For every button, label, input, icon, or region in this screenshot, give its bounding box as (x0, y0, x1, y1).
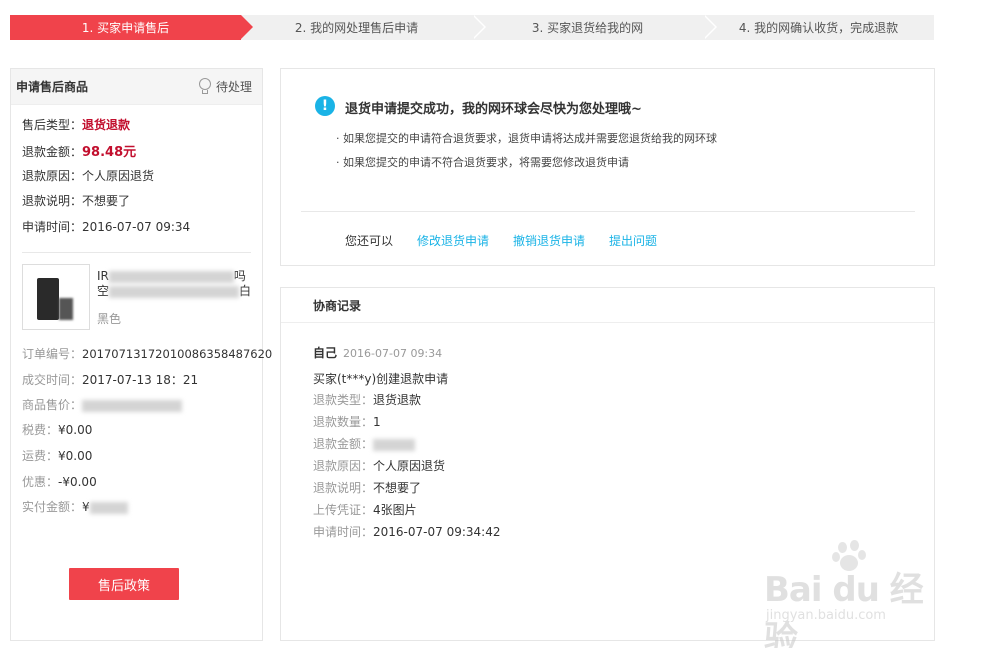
refund-note-value: 不想要了 (82, 194, 131, 208)
watermark-brand: Bai du 经验 (764, 570, 924, 648)
after-sale-type-value: 退货退款 (82, 118, 131, 132)
after-sale-product-panel: 申请售后商品 待处理 售后类型：退货退款 退款金额：98.48元 退款原因：个人… (10, 68, 272, 641)
notice-bullet-1: · 如果您提交的申请符合退货要求，退货申请将达成并需要您退货给我的网环球 (336, 132, 717, 145)
deal-time-row: 成交时间：2017-07-13 18：21 (22, 373, 199, 387)
after-sale-type-row: 售后类型：退货退款 (22, 118, 131, 132)
record-amount-redacted (373, 438, 416, 451)
record-proof-row: 上传凭证：4张图片 (313, 503, 417, 517)
record-note-row: 退款说明：不想要了 (313, 481, 422, 495)
notice-panel: ! 退货申请提交成功，我的网环球会尽快为您处理哦~ · 如果您提交的申请符合退货… (280, 68, 935, 266)
ask-question-link[interactable]: 提出问题 (609, 232, 657, 249)
cancel-return-link[interactable]: 撤销退货申请 (513, 232, 585, 249)
record-time-row: 申请时间：2016-07-07 09:34:42 (313, 525, 501, 539)
step-1-label: 1. 买家申请售后 (81, 21, 170, 35)
record-proof-link[interactable]: 4张图片 (373, 503, 417, 517)
info-icon: ! (315, 96, 335, 116)
notice-title: 退货申请提交成功，我的网环球会尽快为您处理哦~ (345, 102, 642, 117)
shipping-value: ¥0.00 (58, 449, 93, 463)
record-qty-row: 退款数量：1 (313, 415, 381, 429)
paid-value-redacted (89, 501, 128, 514)
tax-row: 税费：¥0.00 (22, 423, 93, 437)
record-header: 自己 2016-07-07 09:34 (313, 344, 442, 361)
discount-value: -¥0.00 (58, 475, 97, 489)
after-sale-policy-button[interactable]: 售后政策 (69, 568, 179, 600)
step-2-label: 2. 我的网处理售后申请 (294, 21, 419, 35)
record-reason-row: 退款原因：个人原因退货 (313, 459, 446, 473)
step-1: 1. 买家申请售后 (10, 15, 253, 40)
order-no-row: 订单编号：20170713172010086358487620 (22, 347, 273, 361)
tax-value: ¥0.00 (58, 423, 93, 437)
notice-actions: 您还可以 修改退货申请 撤销退货申请 提出问题 (345, 232, 657, 249)
modify-return-link[interactable]: 修改退货申请 (417, 232, 489, 249)
deal-time-value: 2017-07-13 18：21 (82, 373, 199, 387)
product-name[interactable]: IR 吗 空白 (97, 269, 253, 299)
step-3-label: 3. 买家退货给我的网 (531, 21, 644, 35)
shipping-row: 运费：¥0.00 (22, 449, 93, 463)
baidu-watermark: Bai du 经验 jingyan.baidu.com (752, 540, 952, 648)
step-2: 2. 我的网处理售后申请 (241, 15, 486, 40)
step-3: 3. 买家退货给我的网 (472, 15, 717, 40)
refund-amount-row: 退款金额：98.48元 (22, 145, 137, 160)
apply-time-value: 2016-07-07 09:34 (82, 220, 191, 234)
step-4-label: 4. 我的网确认收货，完成退款 (738, 21, 899, 35)
status-text: 待处理 (215, 80, 252, 94)
record-time: 2016-07-07 09:34 (343, 347, 443, 360)
step-arrow (241, 15, 253, 39)
status-badge: 待处理 (198, 78, 252, 95)
divider (301, 211, 915, 212)
refund-amount-value: 98.48元 (82, 145, 137, 160)
progress-steps: 1. 买家申请售后 2. 我的网处理售后申请 3. 买家退货给我的网 4. 我的… (10, 15, 934, 40)
product-color: 黑色 (97, 312, 122, 326)
refund-reason-value: 个人原因退货 (82, 169, 155, 183)
step-arrow (472, 15, 484, 39)
records-title: 协商记录 (281, 288, 934, 323)
refund-reason-row: 退款原因：个人原因退货 (22, 169, 155, 183)
panel-title: 申请售后商品 (16, 80, 89, 94)
watermark-url: jingyan.baidu.com (766, 608, 886, 623)
panel-header: 申请售后商品 待处理 (11, 69, 262, 105)
step-4: 4. 我的网确认收货，完成退款 (703, 15, 934, 40)
step-arrow (703, 15, 715, 39)
discount-row: 优惠：-¥0.00 (22, 475, 97, 489)
product-thumbnail[interactable] (22, 264, 90, 330)
record-type-row: 退款类型：退货退款 (313, 393, 422, 407)
record-amount-row: 退款金额： (313, 435, 416, 452)
notice-bullet-2: · 如果您提交的申请不符合退货要求，将需要您修改退货申请 (336, 156, 629, 169)
record-event: 买家(t***y)创建退款申请 (313, 372, 449, 386)
lightbulb-icon (198, 78, 212, 95)
price-row: 商品售价： (22, 396, 183, 413)
price-value-redacted (82, 399, 183, 412)
actions-label: 您还可以 (345, 234, 394, 248)
refund-note-row: 退款说明：不想要了 (22, 194, 131, 208)
apply-time-row: 申请时间：2016-07-07 09:34 (22, 220, 191, 234)
paid-row: 实付金额：¥ (22, 498, 128, 515)
order-no-value: 20170713172010086358487620 (82, 347, 273, 361)
divider (22, 252, 251, 253)
record-author: 自己 (313, 346, 338, 360)
